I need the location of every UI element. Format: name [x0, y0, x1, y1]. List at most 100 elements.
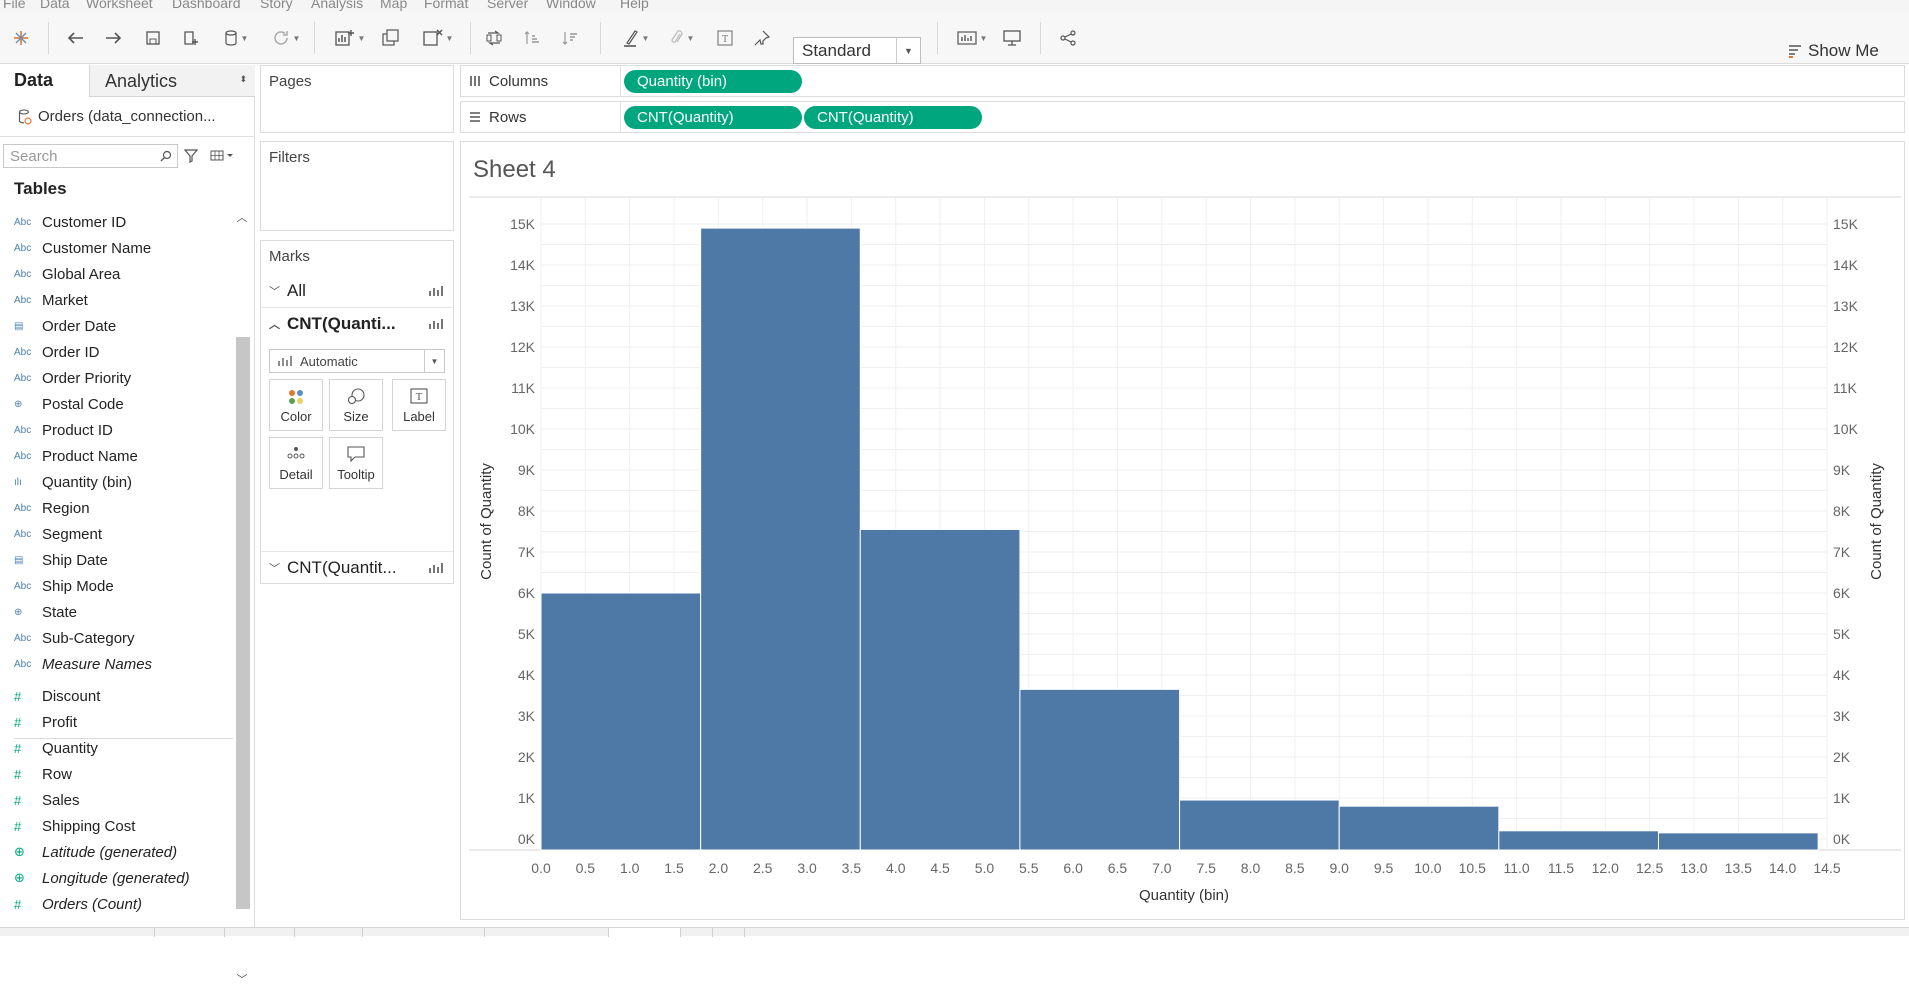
tab-analytics[interactable]: Analytics ⬍: [90, 65, 255, 97]
filter-icon[interactable]: [184, 149, 198, 163]
menu-item-map[interactable]: Map: [380, 0, 407, 11]
sort-ascending-icon[interactable]: [521, 24, 543, 52]
field-item[interactable]: ⊕ State: [0, 599, 233, 625]
menu-item-file[interactable]: File: [3, 0, 26, 11]
menu-item-format[interactable]: Format: [424, 0, 468, 11]
menu-item-dashboard[interactable]: Dashboard: [172, 0, 241, 11]
y-tick-label: 6K: [518, 585, 536, 601]
field-item[interactable]: Abc Sub-Category: [0, 625, 233, 651]
group-icon[interactable]: ▼: [664, 24, 700, 52]
fit-mode-select[interactable]: Standard ▼: [793, 37, 921, 64]
field-item[interactable]: # Shipping Cost: [0, 813, 233, 839]
field-item[interactable]: ▤ Order Date: [0, 313, 233, 339]
marks-cnt1-row[interactable]: ︿ CNT(Quanti...: [261, 307, 453, 339]
menu-item-server[interactable]: Server: [487, 0, 528, 11]
field-item[interactable]: # Quantity: [0, 735, 233, 761]
field-item[interactable]: # Row: [0, 761, 233, 787]
detail-button[interactable]: Detail: [269, 437, 323, 489]
label-button[interactable]: T Label: [392, 379, 446, 431]
y-tick-label-right: 12K: [1833, 339, 1859, 355]
scroll-down-icon[interactable]: ﹀: [233, 971, 251, 987]
pill-quantity-bin[interactable]: Quantity (bin): [624, 70, 802, 93]
sort-descending-icon[interactable]: [559, 24, 581, 52]
field-label: Ship Date: [42, 551, 108, 569]
field-item[interactable]: #Measure Values: [0, 917, 233, 924]
tableau-logo-icon[interactable]: [10, 24, 32, 52]
duplicate-sheet-icon[interactable]: [380, 24, 402, 52]
field-item[interactable]: Abc Measure Names: [0, 651, 233, 677]
field-item[interactable]: Abc Customer Name: [0, 235, 233, 261]
pin-icon[interactable]: [751, 24, 773, 52]
menu-item-story[interactable]: Story: [260, 0, 293, 11]
columns-shelf[interactable]: Columns Quantity (bin): [460, 65, 1905, 97]
field-item[interactable]: ▤ Ship Date: [0, 547, 233, 573]
refresh-icon[interactable]: ▼: [266, 24, 306, 52]
fit-mode-value: Standard: [802, 40, 871, 60]
date-type-icon: ▤: [14, 554, 24, 566]
new-worksheet-icon[interactable]: ▼: [330, 24, 370, 52]
save-icon[interactable]: [142, 24, 164, 52]
mark-type-select[interactable]: Automatic ▼: [269, 349, 445, 373]
menu-item-analysis[interactable]: Analysis: [311, 0, 363, 11]
field-item[interactable]: Abc Ship Mode: [0, 573, 233, 599]
field-item[interactable]: Abc Product Name: [0, 443, 233, 469]
filters-card[interactable]: Filters: [260, 141, 454, 231]
scrollbar-thumb[interactable]: [236, 337, 250, 909]
datasource-item[interactable]: Orders (data_connection...: [0, 97, 255, 137]
size-button[interactable]: Size: [329, 379, 383, 431]
columns-shelf-label: Columns: [461, 66, 621, 96]
view-options-icon[interactable]: [210, 150, 234, 162]
clear-sheet-icon[interactable]: ▼: [418, 24, 458, 52]
tooltip-button[interactable]: Tooltip: [329, 437, 383, 489]
pill-cnt-quantity-1[interactable]: CNT(Quantity): [624, 106, 802, 129]
marks-cnt2-row[interactable]: ﹀ CNT(Quantit...: [261, 551, 453, 583]
redo-icon[interactable]: [103, 24, 125, 52]
field-item[interactable]: # Orders (Count): [0, 891, 233, 917]
x-tick-label: 3.0: [797, 860, 817, 876]
search-icon[interactable]: [160, 150, 172, 162]
field-item[interactable]: Abc Segment: [0, 521, 233, 547]
field-item[interactable]: Abc Customer ID: [0, 209, 233, 235]
scroll-up-icon[interactable]: ︿: [233, 209, 251, 225]
color-button[interactable]: Color: [269, 379, 323, 431]
pages-card[interactable]: Pages: [260, 65, 454, 133]
field-item[interactable]: ⊕ Latitude (generated): [0, 839, 233, 865]
menu-item-help[interactable]: Help: [620, 0, 649, 11]
rows-shelf[interactable]: Rows CNT(Quantity) CNT(Quantity): [460, 101, 1905, 133]
field-item[interactable]: Abc Global Area: [0, 261, 233, 287]
field-item[interactable]: # Sales: [0, 787, 233, 813]
toolbar-separator: [600, 22, 601, 54]
field-item[interactable]: ⊕ Postal Code: [0, 391, 233, 417]
size-icon: [347, 388, 365, 405]
field-item[interactable]: Abc Order Priority: [0, 365, 233, 391]
datasource-menu-icon[interactable]: ▼: [218, 24, 254, 52]
field-item[interactable]: ⊕ Longitude (generated): [0, 865, 233, 891]
field-item[interactable]: Abc Order ID: [0, 339, 233, 365]
fit-icon[interactable]: ▼: [952, 24, 992, 52]
field-item[interactable]: # Discount: [0, 683, 233, 709]
share-icon[interactable]: [1057, 24, 1079, 52]
field-item[interactable]: Abc Product ID: [0, 417, 233, 443]
field-item[interactable]: Abc Region: [0, 495, 233, 521]
field-item[interactable]: Abc Market: [0, 287, 233, 313]
y-tick-label: 4K: [518, 667, 536, 683]
field-label: Ship Mode: [42, 577, 114, 595]
field-item[interactable]: ılı Quantity (bin): [0, 469, 233, 495]
field-item[interactable]: # Profit: [0, 709, 233, 735]
menu-item-window[interactable]: Window: [546, 0, 596, 11]
undo-icon[interactable]: [64, 24, 86, 52]
presentation-icon[interactable]: [1001, 24, 1023, 52]
swap-icon[interactable]: [483, 24, 505, 52]
marks-all-row[interactable]: ﹀ All: [261, 275, 453, 307]
y-tick-label-right: 13K: [1833, 298, 1859, 314]
new-datasource-icon[interactable]: [180, 24, 202, 52]
field-list-scrollbar[interactable]: ︿ ﹀: [233, 209, 251, 986]
highlight-icon[interactable]: ▼: [618, 24, 654, 52]
menu-item-worksheet[interactable]: Worksheet: [86, 0, 153, 11]
label-icon[interactable]: T: [714, 24, 736, 52]
tab-data[interactable]: Data: [0, 65, 90, 97]
menu-item-data[interactable]: Data: [40, 0, 70, 11]
show-me-button[interactable]: Show Me: [1788, 37, 1879, 64]
search-input[interactable]: [3, 144, 178, 168]
pill-cnt-quantity-2[interactable]: CNT(Quantity): [804, 106, 982, 129]
